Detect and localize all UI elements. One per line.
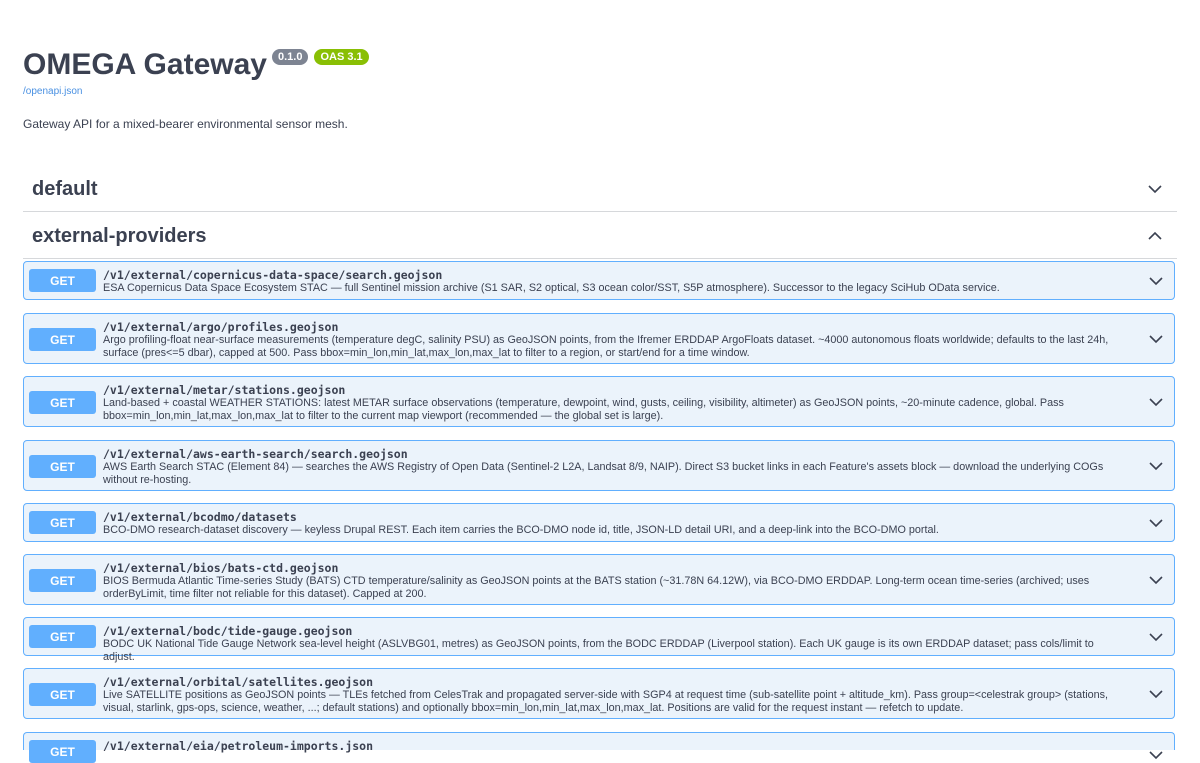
chevron-down-icon[interactable] (1148, 458, 1164, 474)
operation-description: BCO-DMO research-dataset discovery — key… (103, 524, 939, 536)
operation-block[interactable]: GET /v1/external/metar/stations.geojson … (23, 376, 1175, 427)
operation-block[interactable]: GET /v1/external/bcodmo/datasets BCO-DMO… (23, 503, 1175, 542)
api-description: Gateway API for a mixed-bearer environme… (23, 117, 348, 131)
operation-description: BODC UK National Tide Gauge Network sea-… (103, 638, 1094, 663)
method-badge-get: GET (29, 511, 96, 534)
api-info: OMEGA Gateway 0.1.0 OAS 3.1 /openapi.jso… (23, 0, 1177, 131)
operation-summary: /v1/external/bcodmo/datasets BCO-DMO res… (103, 510, 1122, 537)
operation-summary: /v1/external/bios/bats-ctd.geojson BIOS … (103, 561, 1122, 601)
operation-path: /v1/external/bodc/tide-gauge.geojson (103, 624, 353, 638)
operation-description: ESA Copernicus Data Space Ecosystem STAC… (103, 282, 1000, 294)
method-badge-get: GET (29, 740, 96, 763)
operation-description: BIOS Bermuda Atlantic Time-series Study … (103, 575, 1090, 600)
operation-block[interactable]: GET /v1/external/copernicus-data-space/s… (23, 261, 1175, 300)
operation-description: Land-based + coastal WEATHER STATIONS: l… (103, 397, 1064, 422)
api-title: OMEGA Gateway (23, 48, 267, 81)
method-badge-get: GET (29, 391, 96, 414)
operation-path: /v1/external/argo/profiles.geojson (103, 320, 339, 334)
operation-summary: /v1/external/aws-earth-search/search.geo… (103, 447, 1122, 487)
method-badge-get: GET (29, 455, 96, 478)
chevron-down-icon[interactable] (1148, 394, 1164, 410)
tag-name: external-providers (32, 224, 207, 247)
chevron-down-icon[interactable] (1148, 273, 1164, 289)
operation-block[interactable]: GET /v1/external/eia/petroleum-imports.j… (23, 732, 1175, 763)
version-badge: 0.1.0 (271, 49, 309, 65)
operation-description: AWS Earth Search STAC (Element 84) — sea… (103, 461, 1104, 486)
operation-path: /v1/external/orbital/satellites.geojson (103, 675, 374, 689)
operation-description: Argo profiling-float near-surface measur… (103, 334, 1109, 359)
operation-block[interactable]: GET /v1/external/argo/profiles.geojson A… (23, 313, 1175, 364)
chevron-down-icon[interactable] (1148, 686, 1164, 702)
chevron-down-icon[interactable] (1148, 629, 1164, 645)
operation-path: /v1/external/bcodmo/datasets (103, 510, 297, 524)
operation-summary: /v1/external/orbital/satellites.geojson … (103, 675, 1122, 715)
chevron-down-icon (1145, 179, 1165, 199)
tag-name: default (32, 177, 98, 200)
chevron-down-icon[interactable] (1148, 572, 1164, 588)
operation-summary: /v1/external/metar/stations.geojson Land… (103, 383, 1122, 423)
title-row: OMEGA Gateway 0.1.0 OAS 3.1 (23, 46, 1177, 86)
operation-description: Live SATELLITE positions as GeoJSON poin… (103, 689, 1108, 714)
tag-header-external-providers[interactable]: external-providers (23, 214, 1177, 259)
operation-path: /v1/external/metar/stations.geojson (103, 383, 346, 397)
operation-summary: /v1/external/bodc/tide-gauge.geojson BOD… (103, 624, 1122, 664)
tag-section-external-providers: external-providers (23, 214, 1177, 259)
chevron-down-icon[interactable] (1148, 515, 1164, 531)
tag-section-default: default (23, 167, 1177, 212)
method-badge-get: GET (29, 269, 96, 292)
operation-block[interactable]: GET /v1/external/orbital/satellites.geoj… (23, 668, 1175, 719)
operation-block[interactable]: GET /v1/external/bios/bats-ctd.geojson B… (23, 554, 1175, 605)
operation-block[interactable]: GET /v1/external/aws-earth-search/search… (23, 440, 1175, 491)
operation-path: /v1/external/bios/bats-ctd.geojson (103, 561, 339, 575)
swagger-page: OMEGA Gateway 0.1.0 OAS 3.1 /openapi.jso… (23, 0, 1177, 763)
method-badge-get: GET (29, 328, 96, 351)
tag-header-default[interactable]: default (23, 167, 1177, 212)
operation-summary: /v1/external/argo/profiles.geojson Argo … (103, 320, 1122, 360)
chevron-up-icon (1145, 226, 1165, 246)
operation-path: /v1/external/aws-earth-search/search.geo… (103, 447, 408, 461)
operation-summary: /v1/external/eia/petroleum-imports.json (103, 739, 1122, 753)
operation-summary: /v1/external/copernicus-data-space/searc… (103, 268, 1122, 295)
operation-block[interactable]: GET /v1/external/bodc/tide-gauge.geojson… (23, 617, 1175, 663)
openapi-json-link[interactable]: /openapi.json (23, 86, 1177, 98)
operation-path: /v1/external/eia/petroleum-imports.json (103, 739, 374, 753)
operation-path: /v1/external/copernicus-data-space/searc… (103, 268, 443, 282)
chevron-down-icon[interactable] (1148, 331, 1164, 347)
method-badge-get: GET (29, 625, 96, 648)
method-badge-get: GET (29, 683, 96, 706)
chevron-down-icon[interactable] (1148, 747, 1164, 763)
method-badge-get: GET (29, 569, 96, 592)
oas-badge: OAS 3.1 (314, 49, 369, 65)
